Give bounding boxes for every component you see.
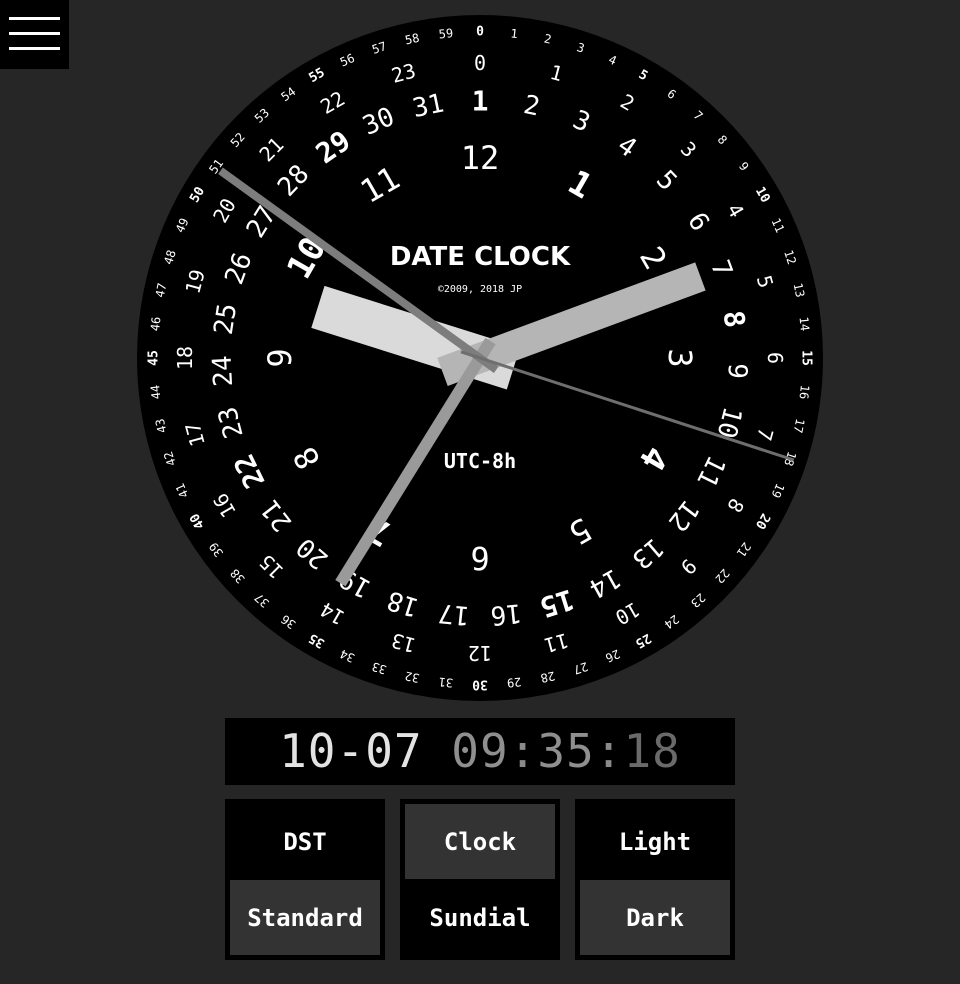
minute-scale-label: 29	[506, 674, 522, 689]
copyright-text: ©2009, 2018 JP	[438, 284, 522, 295]
hour24-scale-label: 0	[474, 51, 486, 75]
clock-face: 0 1 23456789101112131415161718192021222324…	[137, 15, 823, 701]
minute-scale-label: 14	[796, 316, 811, 332]
digital-hours: 09	[451, 724, 509, 778]
minute-scale-label: 1	[510, 26, 519, 41]
light-option[interactable]: Light	[580, 804, 730, 879]
app-title: DATE CLOCK	[390, 242, 571, 272]
minute-scale-label: 30	[472, 677, 488, 692]
dst-toggle-group: DST Standard	[225, 799, 385, 960]
minute-scale-label: 16	[796, 384, 811, 400]
month-scale-label: 12	[461, 139, 500, 177]
day-scale-label: 1	[472, 85, 489, 118]
timezone-label: UTC-8h	[444, 449, 516, 473]
minute-scale-label: 0	[476, 25, 484, 40]
minute-scale-label: 47	[153, 282, 170, 299]
theme-toggle-group: Light Dark	[575, 799, 735, 960]
digital-minutes: 35	[537, 724, 595, 778]
minute-scale-label: 13	[791, 282, 808, 299]
day-scale-label: 24	[208, 355, 240, 388]
hour24-scale-label: 12	[468, 641, 492, 665]
minute-scale-label: 15	[799, 350, 814, 366]
month-scale-label: 9	[261, 348, 299, 367]
minute-scale-label: 46	[148, 316, 163, 332]
digital-separator: :	[508, 724, 538, 778]
digital-date: 10-07	[279, 724, 423, 778]
minute-scale-label: 59	[438, 26, 454, 41]
minute-scale-label: 45	[147, 350, 162, 366]
minute-scale-label: 32	[404, 669, 421, 686]
minute-scale-label: 28	[539, 669, 556, 686]
day-scale-label: 16	[489, 597, 523, 630]
dark-option[interactable]: Dark	[580, 880, 730, 955]
month-scale-label: 3	[661, 348, 699, 367]
digital-datetime: 10-07 09:35:18	[225, 718, 735, 785]
digital-seconds: 18	[623, 724, 681, 778]
day-scale-label: 25	[209, 301, 243, 336]
day-scale-label: 31	[410, 88, 447, 124]
standard-option[interactable]: Standard	[230, 880, 380, 955]
clock-option[interactable]: Clock	[405, 804, 555, 879]
month-scale-label: 6	[470, 539, 489, 577]
minute-scale-label: 43	[153, 417, 170, 434]
hour24-scale-label: 18	[173, 346, 197, 370]
minute-scale-label: 31	[438, 674, 454, 689]
mode-toggle-group: Clock Sundial	[400, 799, 560, 960]
digital-separator: :	[594, 724, 624, 778]
day-scale-label: 17	[437, 597, 471, 630]
dst-option[interactable]: DST	[230, 804, 380, 879]
day-scale-label: 9	[721, 362, 752, 379]
minute-scale-label: 17	[791, 417, 808, 434]
minute-scale-label: 44	[148, 384, 163, 400]
minute-scale-label: 58	[404, 31, 421, 48]
hour24-scale-label: 6	[763, 352, 787, 364]
sundial-option[interactable]: Sundial	[405, 880, 555, 955]
